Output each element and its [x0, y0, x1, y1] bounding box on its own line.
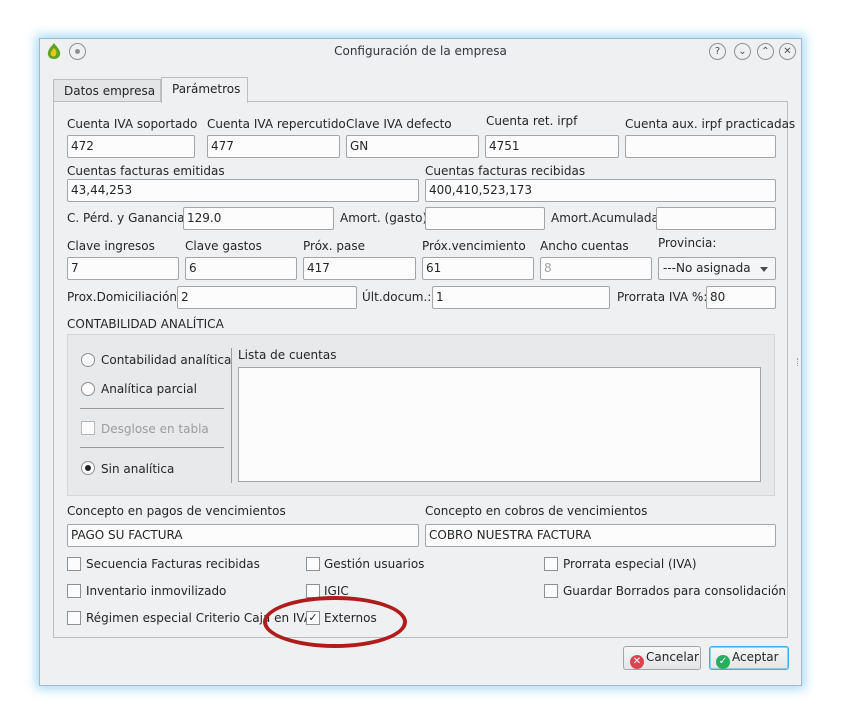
cuenta-iva-soportado-input[interactable]: 472 — [67, 135, 195, 158]
prox-pase-input[interactable]: 417 — [303, 257, 416, 280]
ancho-cuentas-label: Ancho cuentas — [540, 239, 629, 253]
concepto-pagos-input[interactable]: PAGO SU FACTURA — [67, 524, 419, 547]
amort-acumulada-label: Amort.Acumulada — [551, 211, 659, 225]
ancho-cuentas-input: 8 — [540, 257, 652, 280]
prox-vencimiento-label: Próx.vencimiento — [422, 239, 526, 253]
cuenta-ret-irpf-label: Cuenta ret. irpf — [486, 114, 578, 128]
prorrata-especial-checkbox[interactable] — [544, 557, 558, 571]
perd-ganancias-label: C. Pérd. y Ganancias: — [67, 211, 195, 225]
cuenta-aux-irpf-label: Cuenta aux. irpf practicadas — [625, 117, 796, 131]
clave-gastos-label: Clave gastos — [185, 239, 262, 253]
concepto-pagos-label: Concepto en pagos de vencimientos — [67, 504, 286, 518]
clave-ingresos-input[interactable]: 7 — [67, 257, 179, 280]
secuencia-facturas-label[interactable]: Secuencia Facturas recibidas — [86, 557, 260, 571]
concepto-cobros-input[interactable]: COBRO NUESTRA FACTURA — [425, 524, 776, 547]
provincia-label: Provincia: — [658, 236, 717, 250]
cuentas-emitidas-input[interactable]: 43,44,253 — [67, 179, 419, 202]
radio-sin-analitica-label[interactable]: Sin analítica — [101, 462, 174, 476]
cuenta-iva-repercutido-input[interactable]: 477 — [207, 135, 340, 158]
cancel-button[interactable]: ✕ Cancelar — [623, 646, 701, 670]
cancel-icon: ✕ — [630, 655, 644, 669]
secuencia-facturas-checkbox[interactable] — [67, 557, 81, 571]
cuentas-emitidas-label: Cuentas facturas emitidas — [67, 164, 225, 178]
prox-domiciliacion-label: Prox.Domiciliación: — [67, 290, 182, 304]
divider — [80, 447, 224, 448]
gestion-usuarios-label[interactable]: Gestión usuarios — [324, 557, 424, 571]
minimize-icon[interactable]: ⌄ — [734, 43, 751, 60]
resize-grip[interactable] — [797, 358, 799, 366]
tab-parametros[interactable]: Parámetros — [161, 77, 248, 103]
prorrata-iva-label: Prorrata IVA %: — [617, 290, 708, 304]
guardar-borrados-checkbox[interactable] — [544, 584, 558, 598]
cuenta-iva-soportado-label: Cuenta IVA soportado — [67, 117, 198, 131]
close-icon[interactable]: ✕ — [779, 43, 796, 60]
vertical-divider — [231, 348, 232, 483]
amort-acumulada-input[interactable] — [656, 207, 776, 230]
title-bar[interactable]: Configuración de la empresa ? ⌄ ⌃ ✕ — [40, 39, 801, 65]
guardar-borrados-label[interactable]: Guardar Borrados para consolidación — [563, 584, 786, 598]
desglose-checkbox — [81, 421, 95, 435]
accept-icon: ✓ — [716, 655, 730, 669]
provincia-value: ---No asignada — [663, 261, 751, 275]
lista-cuentas-list[interactable] — [238, 367, 761, 482]
prox-vencimiento-input[interactable]: 61 — [422, 257, 534, 280]
perd-ganancias-input[interactable]: 129.0 — [183, 207, 334, 230]
prorrata-especial-label[interactable]: Prorrata especial (IVA) — [563, 557, 697, 571]
analitica-group: Contabilidad analítica Analítica parcial… — [67, 334, 775, 496]
provincia-select[interactable]: ---No asignada — [658, 257, 776, 280]
amort-gasto-input[interactable] — [425, 207, 545, 230]
cancel-button-label: Cancelar — [646, 650, 699, 664]
dropdown-arrow-icon — [760, 267, 768, 272]
concepto-cobros-label: Concepto en cobros de vencimientos — [425, 504, 648, 518]
ult-docum-label: Últ.docum.: — [362, 290, 432, 304]
ult-docum-input[interactable]: 1 — [432, 286, 610, 309]
cuentas-recibidas-label: Cuentas facturas recibidas — [425, 164, 586, 178]
radio-analitica-parcial-label[interactable]: Analítica parcial — [101, 382, 197, 396]
prox-domiciliacion-input[interactable]: 2 — [177, 286, 357, 309]
radio-contabilidad-analitica-label[interactable]: Contabilidad analítica — [101, 353, 231, 367]
tab-datos-empresa[interactable]: Datos empresa — [53, 79, 161, 103]
parametros-panel: Cuenta IVA soportado 472 Cuenta IVA repe… — [53, 101, 795, 638]
lista-cuentas-label: Lista de cuentas — [238, 348, 337, 362]
clave-iva-defecto-input[interactable]: GN — [346, 135, 479, 158]
divider — [80, 408, 224, 409]
desglose-label: Desglose en tabla — [101, 422, 209, 436]
prorrata-iva-input[interactable]: 80 — [706, 286, 776, 309]
radio-contabilidad-analitica[interactable] — [81, 353, 95, 367]
cuenta-iva-repercutido-label: Cuenta IVA repercutido — [207, 117, 346, 131]
help-icon[interactable]: ? — [709, 43, 726, 60]
radio-sin-analitica[interactable] — [81, 461, 95, 475]
window-title: Configuración de la empresa — [334, 44, 507, 58]
clave-gastos-input[interactable]: 6 — [185, 257, 297, 280]
maximize-icon[interactable]: ⌃ — [757, 43, 774, 60]
clave-iva-defecto-label: Clave IVA defecto — [346, 117, 452, 131]
accept-button-label: Aceptar — [732, 650, 779, 664]
config-dialog: Configuración de la empresa ? ⌄ ⌃ ✕ Dato… — [39, 38, 802, 686]
analitica-heading: CONTABILIDAD ANALÍTICA — [67, 317, 224, 331]
accept-button[interactable]: ✓ Aceptar — [709, 646, 789, 670]
amort-gasto-label: Amort. (gasto) — [340, 211, 428, 225]
radio-analitica-parcial[interactable] — [81, 382, 95, 396]
clave-ingresos-label: Clave ingresos — [67, 239, 155, 253]
gestion-usuarios-checkbox[interactable] — [306, 557, 320, 571]
cuenta-aux-irpf-input[interactable] — [625, 135, 776, 158]
regimen-criterio-caja-checkbox[interactable] — [67, 611, 81, 625]
annotation-ellipse — [263, 596, 407, 648]
cuentas-recibidas-input[interactable]: 400,410,523,173 — [425, 179, 776, 202]
inventario-inmovilizado-checkbox[interactable] — [67, 584, 81, 598]
inventario-inmovilizado-label[interactable]: Inventario inmovilizado — [86, 584, 226, 598]
cuenta-ret-irpf-input[interactable]: 4751 — [485, 135, 619, 158]
prox-pase-label: Próx. pase — [303, 239, 366, 253]
